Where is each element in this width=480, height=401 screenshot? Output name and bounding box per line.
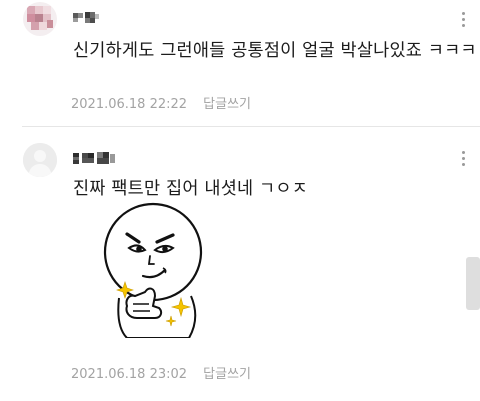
comment-meta: 2021.06.18 23:02 답글쓰기: [71, 363, 251, 382]
nickname-blurred[interactable]: [73, 9, 107, 25]
avatar[interactable]: [23, 2, 57, 36]
comment-date: 2021.06.18 23:02: [71, 367, 188, 382]
pixelated-avatar-icon: [23, 2, 57, 36]
comment-item: 진짜 팩트만 집어 내셧네 ㄱㅇㅈ 2021.06.18 23:02 답글쓰기: [0, 132, 480, 401]
smirk-thumbs-up-sticker: [93, 200, 209, 339]
comment-divider: [22, 126, 480, 127]
nickname-blurred[interactable]: [73, 150, 117, 166]
comment-date: 2021.06.18 22:22: [71, 97, 188, 112]
more-options-icon[interactable]: [460, 151, 466, 171]
reply-button[interactable]: 답글쓰기: [203, 97, 251, 112]
sticker-icon: [103, 202, 203, 339]
comment-text: 진짜 팩트만 집어 내셧네 ㄱㅇㅈ: [73, 179, 308, 199]
scrollbar-handle[interactable]: [466, 257, 480, 310]
reply-button[interactable]: 답글쓰기: [203, 367, 251, 382]
comment-text: 신기하게도 그런애들 공통점이 얼굴 박살나있죠 ㅋㅋㅋ: [73, 41, 477, 61]
comment-item: 신기하게도 그런애들 공통점이 얼굴 박살나있죠 ㅋㅋㅋ 2021.06.18 …: [0, 0, 480, 126]
default-avatar-icon: [23, 143, 57, 177]
avatar[interactable]: [23, 143, 57, 177]
comment-meta: 2021.06.18 22:22 답글쓰기: [71, 93, 251, 112]
more-options-icon[interactable]: [460, 12, 466, 32]
